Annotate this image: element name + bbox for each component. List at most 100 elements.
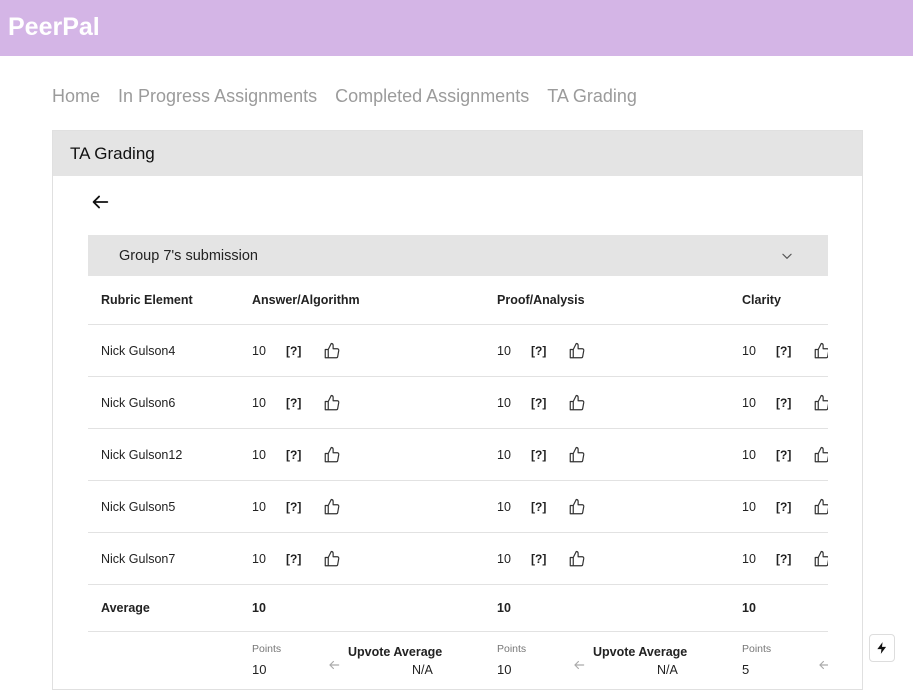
thumbs-up-icon[interactable] — [813, 394, 828, 412]
upvote-average-label: Upvote Average — [348, 645, 443, 659]
score-cell: 10 [?] — [742, 533, 828, 584]
average-label: Average — [101, 601, 150, 615]
brand-logo[interactable]: PeerPal — [8, 13, 100, 42]
submission-accordion-header[interactable]: Group 7's submission — [88, 235, 828, 276]
card-title: TA Grading — [53, 131, 862, 176]
lightning-icon[interactable] — [869, 634, 895, 662]
table-row: Nick Gulson12 10 [?] 10 [?] 10 [?] — [88, 429, 828, 481]
help-button[interactable]: [?] — [286, 500, 301, 514]
score-value: 10 — [497, 551, 511, 566]
points-label: Points — [252, 643, 282, 655]
score-cell: 10 [?] — [252, 377, 341, 428]
score-value: 10 — [742, 343, 756, 358]
score-cell: 10 [?] — [252, 325, 341, 376]
column-header: Rubric Element — [101, 293, 193, 307]
thumbs-up-icon[interactable] — [813, 446, 828, 464]
help-button[interactable]: [?] — [776, 344, 791, 358]
thumbs-up-icon[interactable] — [323, 394, 341, 412]
thumbs-up-icon[interactable] — [568, 498, 586, 516]
help-button[interactable]: [?] — [531, 448, 546, 462]
score-value: 10 — [742, 499, 756, 514]
thumbs-up-icon[interactable] — [323, 446, 341, 464]
nav-completed-assignments[interactable]: Completed Assignments — [335, 86, 529, 107]
help-button[interactable]: [?] — [776, 396, 791, 410]
thumbs-up-icon[interactable] — [813, 342, 828, 360]
thumbs-up-icon[interactable] — [813, 498, 828, 516]
score-cell: 10 [?] — [497, 533, 586, 584]
thumbs-up-icon[interactable] — [568, 446, 586, 464]
nav-in-progress-assignments[interactable]: In Progress Assignments — [118, 86, 317, 107]
arrow-left-icon[interactable] — [89, 191, 111, 213]
score-value: 10 — [497, 447, 511, 462]
ta-grading-card: TA Grading Group 7's submission Rubric E… — [52, 130, 863, 690]
column-header: Proof/Analysis — [497, 293, 585, 307]
score-value: 10 — [742, 447, 756, 462]
thumbs-up-icon[interactable] — [323, 498, 341, 516]
table-row: Nick Gulson5 10 [?] 10 [?] 10 [?] — [88, 481, 828, 533]
thumbs-up-icon[interactable] — [323, 550, 341, 568]
score-value: 10 — [497, 343, 511, 358]
help-button[interactable]: [?] — [286, 396, 301, 410]
help-button[interactable]: [?] — [286, 448, 301, 462]
score-value: 10 — [252, 343, 266, 358]
arrow-left-icon[interactable] — [817, 658, 828, 672]
chevron-down-icon[interactable] — [780, 249, 794, 263]
help-button[interactable]: [?] — [531, 396, 546, 410]
score-value: 10 — [497, 499, 511, 514]
score-value: 10 — [742, 551, 756, 566]
points-row: Points 10 Upvote Average N/A Points 10 U… — [88, 632, 828, 692]
rubric-table: Rubric Element Answer/Algorithm Proof/An… — [88, 276, 828, 692]
score-cell: 10 [?] — [742, 429, 828, 480]
score-value: 10 — [497, 395, 511, 410]
score-value: 10 — [742, 395, 756, 410]
score-value: 10 — [252, 395, 266, 410]
reviewer-name: Nick Gulson7 — [101, 551, 176, 566]
help-button[interactable]: [?] — [531, 500, 546, 514]
score-cell: 10 [?] — [252, 533, 341, 584]
upvote-average-label: Upvote Average — [593, 645, 688, 659]
main-nav: Home In Progress Assignments Completed A… — [52, 86, 637, 107]
top-app-bar: PeerPal — [0, 0, 913, 56]
reviewer-name: Nick Gulson4 — [101, 343, 176, 358]
help-button[interactable]: [?] — [531, 344, 546, 358]
table-row: Nick Gulson7 10 [?] 10 [?] 10 [?] — [88, 533, 828, 585]
thumbs-up-icon[interactable] — [813, 550, 828, 568]
column-header: Clarity — [742, 293, 781, 307]
average-value: 10 — [742, 601, 756, 615]
help-button[interactable]: [?] — [776, 500, 791, 514]
submission-accordion: Group 7's submission Rubric Element Answ… — [88, 235, 828, 695]
help-button[interactable]: [?] — [286, 552, 301, 566]
reviewer-name: Nick Gulson12 — [101, 447, 183, 462]
nav-home[interactable]: Home — [52, 86, 100, 107]
points-label: Points — [497, 643, 527, 655]
score-cell: 10 [?] — [497, 377, 586, 428]
average-row: Average 10 10 10 — [88, 585, 828, 632]
arrow-left-icon[interactable] — [572, 658, 586, 672]
average-value: 10 — [497, 601, 511, 615]
table-row: Nick Gulson6 10 [?] 10 [?] 10 [?] — [88, 377, 828, 429]
help-button[interactable]: [?] — [776, 448, 791, 462]
average-value: 10 — [252, 601, 266, 615]
help-button[interactable]: [?] — [776, 552, 791, 566]
reviewer-name: Nick Gulson6 — [101, 395, 176, 410]
score-cell: 10 [?] — [497, 325, 586, 376]
thumbs-up-icon[interactable] — [323, 342, 341, 360]
score-cell: 10 [?] — [497, 481, 586, 532]
thumbs-up-icon[interactable] — [568, 550, 586, 568]
score-cell: 10 [?] — [252, 481, 341, 532]
score-cell: 10 [?] — [742, 377, 828, 428]
score-cell: 10 [?] — [742, 481, 828, 532]
score-cell: 10 [?] — [252, 429, 341, 480]
help-button[interactable]: [?] — [531, 552, 546, 566]
score-cell: 10 [?] — [742, 325, 828, 376]
thumbs-up-icon[interactable] — [568, 394, 586, 412]
score-value: 10 — [252, 499, 266, 514]
table-header-row: Rubric Element Answer/Algorithm Proof/An… — [88, 276, 828, 325]
score-value: 10 — [252, 551, 266, 566]
table-row: Nick Gulson4 10 [?] 10 [?] 10 [?] — [88, 325, 828, 377]
thumbs-up-icon[interactable] — [568, 342, 586, 360]
nav-ta-grading[interactable]: TA Grading — [547, 86, 637, 107]
arrow-left-icon[interactable] — [327, 658, 341, 672]
help-button[interactable]: [?] — [286, 344, 301, 358]
score-value: 10 — [252, 447, 266, 462]
